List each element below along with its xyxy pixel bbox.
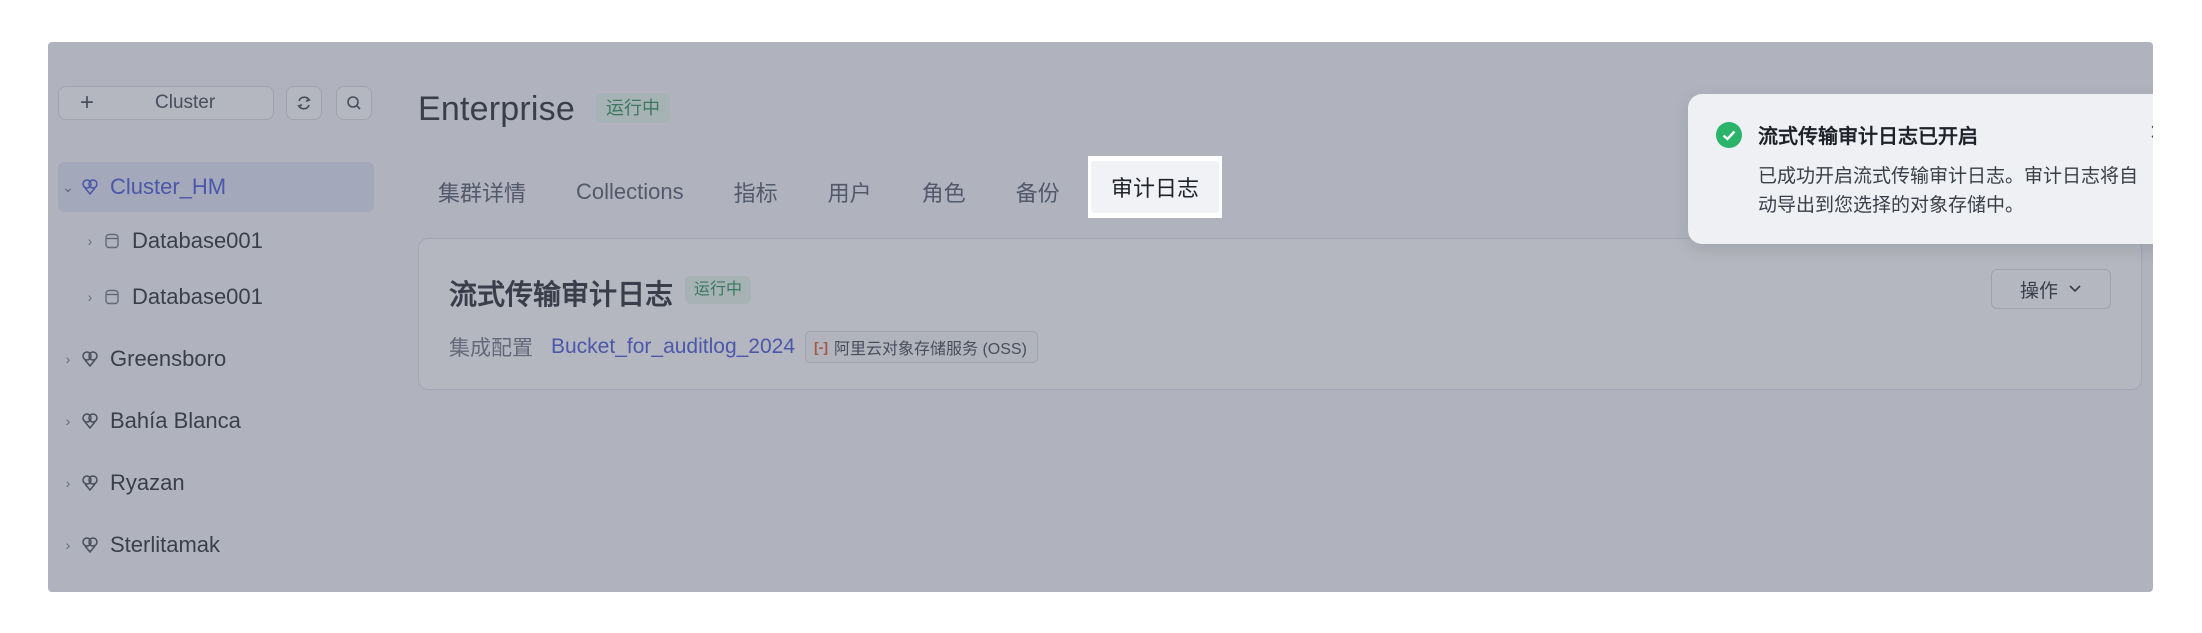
- chevron-right-icon[interactable]: ›: [58, 351, 78, 367]
- plus-icon: +: [79, 89, 94, 116]
- cluster-icon: [78, 411, 102, 431]
- refresh-icon: [297, 96, 311, 110]
- audit-log-card: 流式传输审计日志 运行中 集成配置 Bucket_for_auditlog_20…: [418, 238, 2142, 390]
- tab-audit-log[interactable]: 审计日志: [1088, 156, 1222, 218]
- status-badge: 运行中: [596, 93, 670, 123]
- toast-message: 已成功开启流式传输审计日志。审计日志将自动导出到您选择的对象存储中。: [1758, 166, 2139, 216]
- tab-users[interactable]: 用户: [828, 176, 872, 208]
- chevron-right-icon[interactable]: ›: [58, 413, 78, 429]
- tree-item-label: Greensboro: [110, 346, 227, 371]
- sidebar: + Cluster ⌄ Cluster_HM › Database001 › D…: [48, 42, 383, 592]
- integration-config-label: 集成配置: [449, 337, 533, 360]
- card-status-badge: 运行中: [685, 276, 752, 304]
- chevron-down-icon[interactable]: ⌄: [58, 179, 78, 196]
- tab-audit-log-label: 审计日志: [1090, 161, 1219, 213]
- tab-backups[interactable]: 备份: [1016, 176, 1060, 208]
- success-toast: 流式传输审计日志已开启 已成功开启流式传输审计日志。审计日志将自动导出到您选择的…: [1688, 94, 2153, 244]
- check-circle-icon: [1716, 122, 1742, 153]
- tree-item-cluster[interactable]: › Sterlitamak: [58, 520, 374, 570]
- page-title: Enterprise: [418, 90, 575, 128]
- cluster-icon: [78, 177, 102, 197]
- tree-item-label: Database001: [132, 284, 263, 309]
- close-icon[interactable]: ×: [2150, 118, 2153, 146]
- chevron-right-icon[interactable]: ›: [80, 289, 100, 305]
- tree-item-cluster[interactable]: › Bahía Blanca: [58, 396, 374, 446]
- toast-title: 流式传输审计日志已开启: [1758, 126, 1978, 148]
- add-cluster-button[interactable]: + Cluster: [58, 86, 274, 120]
- database-icon: [100, 232, 124, 250]
- bucket-link[interactable]: Bucket_for_auditlog_2024: [551, 335, 795, 359]
- tab-metrics[interactable]: 指标: [734, 176, 778, 208]
- cluster-icon: [78, 473, 102, 493]
- refresh-button[interactable]: [286, 86, 322, 120]
- chevron-right-icon[interactable]: ›: [58, 537, 78, 553]
- tree-item-cluster[interactable]: › Ryazan: [58, 458, 374, 508]
- tree-item-label: Bahía Blanca: [110, 408, 241, 433]
- provider-tag: [-] 阿里云对象存储服务 (OSS): [805, 331, 1038, 363]
- tree-item-label: Database001: [132, 228, 263, 253]
- search-button[interactable]: [336, 86, 372, 120]
- app-window: + Cluster ⌄ Cluster_HM › Database001 › D…: [48, 42, 2153, 592]
- tree-item-cluster[interactable]: ⌄ Cluster_HM: [58, 162, 374, 212]
- actions-dropdown-button[interactable]: 操作: [1991, 269, 2111, 309]
- tree-item-label: Sterlitamak: [110, 532, 221, 557]
- aliyun-oss-icon: [-]: [814, 339, 829, 355]
- chevron-right-icon[interactable]: ›: [80, 233, 100, 249]
- tab-roles[interactable]: 角色: [922, 176, 966, 208]
- tab-collections[interactable]: Collections: [576, 179, 684, 205]
- tree-item-database[interactable]: › Database001: [58, 272, 374, 322]
- chevron-right-icon[interactable]: ›: [58, 475, 78, 491]
- tree-item-label: Ryazan: [110, 470, 185, 495]
- card-title: 流式传输审计日志: [449, 279, 674, 310]
- actions-label: 操作: [2019, 280, 2058, 302]
- search-icon: [347, 96, 361, 110]
- chevron-down-icon: [2068, 278, 2082, 300]
- integration-config-row: 集成配置 Bucket_for_auditlog_2024 [-] 阿里云对象存…: [449, 331, 1038, 363]
- cluster-icon: [78, 535, 102, 555]
- database-icon: [100, 288, 124, 306]
- cluster-icon: [78, 349, 102, 369]
- tree-item-cluster[interactable]: › Greensboro: [58, 334, 374, 384]
- tab-cluster-details[interactable]: 集群详情: [438, 176, 526, 208]
- provider-label: 阿里云对象存储服务 (OSS): [834, 341, 1027, 358]
- tree-item-database[interactable]: › Database001: [58, 216, 374, 266]
- tree-item-label: Cluster_HM: [110, 174, 227, 199]
- add-cluster-label: Cluster: [155, 92, 216, 113]
